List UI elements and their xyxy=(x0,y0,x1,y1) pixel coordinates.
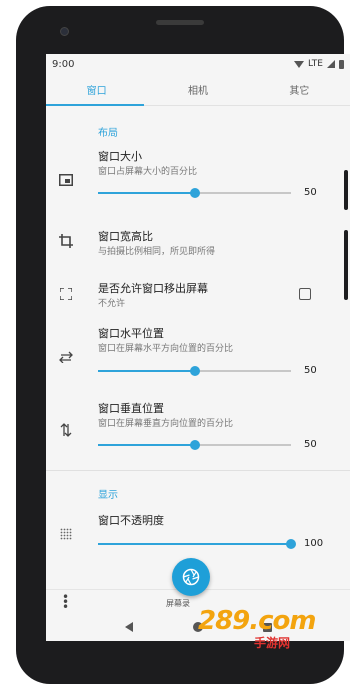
section-divider xyxy=(46,470,350,471)
window-size-slider[interactable] xyxy=(98,188,291,198)
slider-fill xyxy=(98,543,291,545)
horizontal-position-subtitle: 窗口在屏幕水平方向位置的百分比 xyxy=(98,344,234,354)
tab-window[interactable]: 窗口 xyxy=(46,74,147,105)
horizontal-position-slider[interactable] xyxy=(98,366,291,376)
allow-offscreen-checkbox[interactable] xyxy=(299,288,311,300)
horizontal-position-value: 50 xyxy=(304,365,317,376)
aspect-ratio-subtitle: 与拍摄比例相同，所见即所得 xyxy=(98,247,216,257)
status-icons: LTE xyxy=(294,59,344,69)
volume-button xyxy=(344,170,348,210)
allow-offscreen-subtitle: 不允许 xyxy=(98,299,126,309)
opacity-value: 100 xyxy=(304,538,324,549)
opacity-slider[interactable] xyxy=(98,539,296,549)
app-screen: 9:00 LTE 窗口 相机 其它 布局 窗口大小 窗口占屏幕大小的百分比 50… xyxy=(46,54,350,641)
shutter-fab-button[interactable] xyxy=(172,558,210,596)
window-size-subtitle: 窗口占屏幕大小的百分比 xyxy=(98,167,198,177)
section-title-display: 显示 xyxy=(98,490,118,501)
vertical-position-title: 窗口垂直位置 xyxy=(98,402,164,415)
watermark-sub: 手游网 xyxy=(254,636,291,650)
phone-frame: 9:00 LTE 窗口 相机 其它 布局 窗口大小 窗口占屏幕大小的百分比 50… xyxy=(16,6,350,684)
fullscreen-icon xyxy=(58,286,74,302)
nav-back-icon[interactable] xyxy=(124,622,133,632)
slider-thumb[interactable] xyxy=(189,366,200,376)
network-type: LTE xyxy=(308,59,323,69)
tab-bar: 窗口 相机 其它 xyxy=(46,74,350,106)
front-camera xyxy=(60,27,69,36)
watermark-main: 289.com xyxy=(198,606,317,636)
vertical-position-slider[interactable] xyxy=(98,440,291,450)
slider-thumb[interactable] xyxy=(286,539,296,549)
slider-fill xyxy=(98,444,195,446)
tab-other[interactable]: 其它 xyxy=(249,74,350,105)
window-size-title: 窗口大小 xyxy=(98,150,142,163)
shutter-icon xyxy=(182,568,200,586)
swap-vertical-icon xyxy=(58,422,74,438)
status-bar: 9:00 LTE xyxy=(46,54,350,74)
more-vert-icon[interactable]: • • • xyxy=(62,591,69,613)
vertical-position-subtitle: 窗口在屏幕垂直方向位置的百分比 xyxy=(98,419,234,429)
opacity-dots-icon xyxy=(58,526,74,542)
opacity-title: 窗口不透明度 xyxy=(98,514,164,527)
wifi-icon xyxy=(294,60,305,68)
tab-camera[interactable]: 相机 xyxy=(147,74,248,105)
section-title-layout: 布局 xyxy=(98,128,118,139)
crop-icon xyxy=(58,233,74,249)
slider-fill xyxy=(98,192,195,194)
battery-icon xyxy=(339,59,344,69)
watermark-logo: 289.com 手游网 xyxy=(198,606,317,650)
allow-offscreen-title: 是否允许窗口移出屏幕 xyxy=(98,282,208,295)
power-button xyxy=(344,230,348,300)
slider-thumb[interactable] xyxy=(189,440,200,450)
slider-thumb[interactable] xyxy=(189,188,200,198)
signal-icon xyxy=(327,60,335,68)
slider-fill xyxy=(98,370,195,372)
picture-in-picture-icon xyxy=(58,172,74,188)
vertical-position-value: 50 xyxy=(304,439,317,450)
horizontal-position-title: 窗口水平位置 xyxy=(98,327,164,340)
earpiece xyxy=(156,20,204,25)
swap-horizontal-icon xyxy=(58,349,74,365)
status-time: 9:00 xyxy=(52,58,75,70)
fab-label: 屏幕录 xyxy=(166,599,190,608)
settings-list: 布局 窗口大小 窗口占屏幕大小的百分比 50 窗口宽高比 与拍摄比例相同，所见即… xyxy=(46,106,350,589)
window-size-value: 50 xyxy=(304,187,317,198)
aspect-ratio-title[interactable]: 窗口宽高比 xyxy=(98,228,153,244)
